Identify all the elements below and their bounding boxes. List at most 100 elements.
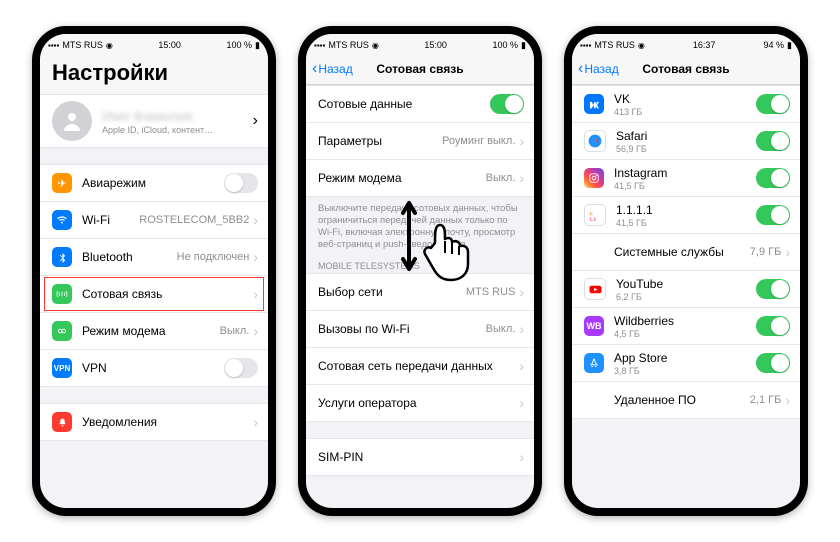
back-button[interactable]: ‹ Назад <box>312 60 353 78</box>
app-row-safari[interactable]: Safari 56,9 ГБ <box>572 123 800 160</box>
app-toggle[interactable] <box>756 316 790 336</box>
row-params[interactable]: Параметры Роуминг выкл. › <box>306 123 534 160</box>
app-size: 41,5 ГБ <box>614 181 756 191</box>
profile-cell[interactable]: Имя Фамилия Apple ID, iCloud, контент… › <box>40 94 268 148</box>
profile-sub: Apple ID, iCloud, контент… <box>102 125 253 135</box>
wifi-row-icon <box>52 210 72 230</box>
chevron-right-icon: › <box>253 414 258 430</box>
app-name: Wildberries <box>614 314 756 328</box>
row-cellular[interactable]: Сотовая связь › <box>40 276 268 313</box>
app-row-appstore[interactable]: App Store 3,8 ГБ <box>572 345 800 382</box>
row-label: Wi-Fi <box>82 213 139 227</box>
carrier-label: MTS RUS <box>62 40 103 50</box>
chevron-right-icon: › <box>253 212 258 228</box>
row-label: Параметры <box>318 134 442 148</box>
row-detail: MTS RUS <box>466 286 516 298</box>
row-detail: 2,1 ГБ <box>750 394 782 406</box>
row-system-services[interactable]: Системные службы 7,9 ГБ › <box>572 234 800 271</box>
chevron-left-icon: ‹ <box>312 60 317 78</box>
app-row-youtube[interactable]: YouTube 6,2 ГБ <box>572 271 800 308</box>
row-airplane[interactable]: ✈ Авиарежим <box>40 164 268 202</box>
signal-icon: ▪▪▪▪ <box>48 41 59 50</box>
row-label: Сотовая сеть передачи данных <box>318 359 519 373</box>
app-toggle[interactable] <box>756 205 790 225</box>
battery-icon: ▮ <box>521 40 526 51</box>
app-row-vk[interactable]: VK 413 ГБ <box>572 85 800 123</box>
bluetooth-icon <box>52 247 72 267</box>
row-detail: Выкл. <box>220 325 250 337</box>
app-size: 413 ГБ <box>614 107 756 117</box>
row-wifi-calling[interactable]: Вызовы по Wi-Fi Выкл. › <box>306 311 534 348</box>
app-toggle[interactable] <box>756 353 790 373</box>
row-cellular-network[interactable]: Сотовая сеть передачи данных › <box>306 348 534 385</box>
wifi-icon: ◉ <box>106 41 113 50</box>
page-title: Настройки <box>40 54 268 94</box>
signal-icon: ▪▪▪▪ <box>314 41 325 50</box>
status-time: 15:00 <box>158 40 181 50</box>
app-size: 41,5 ГБ <box>616 218 756 228</box>
app-toggle[interactable] <box>756 168 790 188</box>
airplane-toggle[interactable] <box>224 173 258 193</box>
row-vpn[interactable]: VPN VPN <box>40 350 268 387</box>
row-notifications[interactable]: Уведомления › <box>40 403 268 441</box>
notifications-icon <box>52 412 72 432</box>
vpn-toggle[interactable] <box>224 358 258 378</box>
row-carrier-services[interactable]: Услуги оператора › <box>306 385 534 422</box>
battery-label: 100 % <box>227 40 253 50</box>
airplane-icon: ✈ <box>52 173 72 193</box>
battery-label: 94 % <box>764 40 785 50</box>
app-size: 6,2 ГБ <box>616 292 756 302</box>
row-hotspot[interactable]: Режим модема Выкл. › <box>40 313 268 350</box>
app-toggle[interactable] <box>756 131 790 151</box>
chevron-left-icon: ‹ <box>578 60 583 78</box>
row-deleted-apps[interactable]: Удаленное ПО 2,1 ГБ › <box>572 382 800 419</box>
chevron-right-icon: › <box>785 244 790 260</box>
phone-1: ▪▪▪▪ MTS RUS ◉ 15:00 100 % ▮ Настройки И… <box>32 26 276 516</box>
app-toggle[interactable] <box>756 94 790 114</box>
nav-bar: ‹ Назад Сотовая связь <box>572 54 800 85</box>
back-button[interactable]: ‹ Назад <box>578 60 619 78</box>
chevron-right-icon: › <box>519 321 524 337</box>
app-size: 4,5 ГБ <box>614 329 756 339</box>
row-detail: Не подключен <box>177 251 250 263</box>
chevron-right-icon: › <box>519 358 524 374</box>
safari-icon <box>584 130 606 152</box>
battery-icon: ▮ <box>255 40 260 51</box>
status-bar: ▪▪▪▪ MTS RUS ◉ 16:37 94 % ▮ <box>572 34 800 54</box>
app-row-instagram[interactable]: Instagram 41,5 ГБ <box>572 160 800 197</box>
row-hotspot[interactable]: Режим модема Выкл. › <box>306 160 534 197</box>
instagram-icon <box>584 168 604 188</box>
signal-icon: ▪▪▪▪ <box>580 41 591 50</box>
vpn-icon: VPN <box>52 358 72 378</box>
app-toggle[interactable] <box>756 279 790 299</box>
app-name: App Store <box>614 351 756 365</box>
app-size: 56,9 ГБ <box>616 144 756 154</box>
row-cellular-data[interactable]: Сотовые данные <box>306 85 534 123</box>
chevron-right-icon: › <box>253 323 258 339</box>
row-label: Системные службы <box>614 245 750 259</box>
status-bar: ▪▪▪▪ MTS RUS ◉ 15:00 100 % ▮ <box>306 34 534 54</box>
appstore-icon <box>584 353 604 373</box>
youtube-icon <box>584 278 606 300</box>
row-network-select[interactable]: Выбор сети MTS RUS › <box>306 273 534 311</box>
row-bluetooth[interactable]: Bluetooth Не подключен › <box>40 239 268 276</box>
cellular-data-toggle[interactable] <box>490 94 524 114</box>
chevron-right-icon: › <box>519 284 524 300</box>
chevron-right-icon: › <box>253 112 258 130</box>
row-sim-pin[interactable]: SIM-PIN › <box>306 438 534 476</box>
chevron-right-icon: › <box>253 286 258 302</box>
app-row-1111[interactable]: 1.1.1 1.1.1.1 41,5 ГБ <box>572 197 800 234</box>
app-name: Instagram <box>614 166 756 180</box>
app-row-wildberries[interactable]: WB Wildberries 4,5 ГБ <box>572 308 800 345</box>
row-wifi[interactable]: Wi-Fi ROSTELECOM_5BB2 › <box>40 202 268 239</box>
row-label: Режим модема <box>318 171 486 185</box>
screen-1: ▪▪▪▪ MTS RUS ◉ 15:00 100 % ▮ Настройки И… <box>40 34 268 508</box>
screen-2: ▪▪▪▪ MTS RUS ◉ 15:00 100 % ▮ ‹ Назад Сот… <box>306 34 534 508</box>
wifi-icon: ◉ <box>638 41 645 50</box>
row-label: SIM-PIN <box>318 450 519 464</box>
battery-icon: ▮ <box>787 40 792 51</box>
wifi-icon: ◉ <box>372 41 379 50</box>
chevron-right-icon: › <box>519 170 524 186</box>
app-name: YouTube <box>616 277 756 291</box>
chevron-right-icon: › <box>253 249 258 265</box>
